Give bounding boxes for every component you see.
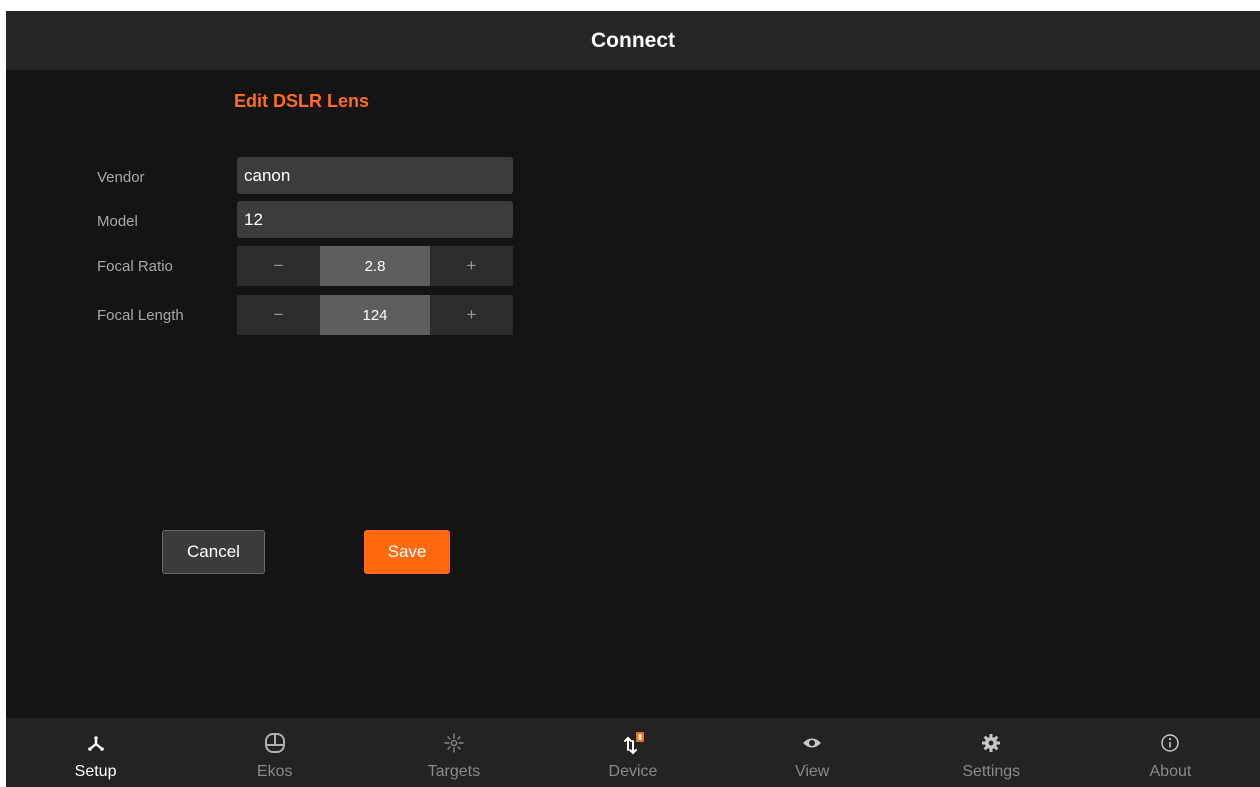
form-title: Edit DSLR Lens	[234, 91, 370, 111]
device-icon	[620, 730, 646, 756]
app-window: Connect Edit DSLR Lens Vendor canon Mode…	[6, 11, 1260, 787]
focal-ratio-increment-button[interactable]: +	[430, 246, 513, 286]
bottom-nav: Setup Ekos Targets Device View Settings …	[6, 718, 1260, 787]
eye-icon	[799, 730, 825, 756]
nav-label-about: About	[1149, 763, 1192, 780]
nav-item-view[interactable]: View	[723, 718, 902, 787]
focal-length-value[interactable]: 124	[320, 295, 430, 335]
nav-label-targets: Targets	[427, 763, 481, 780]
setup-icon	[83, 730, 109, 756]
nav-item-setup[interactable]: Setup	[6, 718, 185, 787]
nav-item-targets[interactable]: Targets	[364, 718, 543, 787]
nav-item-about[interactable]: About	[1081, 718, 1260, 787]
cancel-button[interactable]: Cancel	[162, 530, 265, 574]
model-label: Model	[97, 213, 138, 230]
focal-ratio-value[interactable]: 2.8	[320, 246, 430, 286]
nav-label-setup: Setup	[74, 763, 117, 780]
vendor-field[interactable]: canon	[237, 157, 513, 194]
nav-label-ekos: Ekos	[256, 763, 293, 780]
nav-label-device: Device	[608, 763, 658, 780]
focal-ratio-label: Focal Ratio	[97, 258, 173, 275]
ekos-icon	[262, 730, 288, 756]
top-bar: Connect	[6, 11, 1260, 70]
save-button[interactable]: Save	[364, 530, 450, 574]
page-title: Connect	[591, 28, 675, 52]
targets-icon	[441, 730, 467, 756]
nav-item-ekos[interactable]: Ekos	[185, 718, 364, 787]
focal-length-label: Focal Length	[97, 307, 184, 324]
focal-length-stepper: − 124 +	[237, 295, 513, 335]
nav-item-settings[interactable]: Settings	[902, 718, 1081, 787]
model-field[interactable]: 12	[237, 201, 513, 238]
focal-ratio-stepper: − 2.8 +	[237, 246, 513, 286]
focal-length-decrement-button[interactable]: −	[237, 295, 320, 335]
vendor-label: Vendor	[97, 169, 145, 186]
focal-length-increment-button[interactable]: +	[430, 295, 513, 335]
focal-ratio-decrement-button[interactable]: −	[237, 246, 320, 286]
nav-label-settings: Settings	[962, 763, 1021, 780]
gear-icon	[978, 730, 1004, 756]
nav-label-view: View	[794, 763, 830, 780]
info-icon	[1157, 730, 1183, 756]
nav-item-device[interactable]: Device	[543, 718, 722, 787]
